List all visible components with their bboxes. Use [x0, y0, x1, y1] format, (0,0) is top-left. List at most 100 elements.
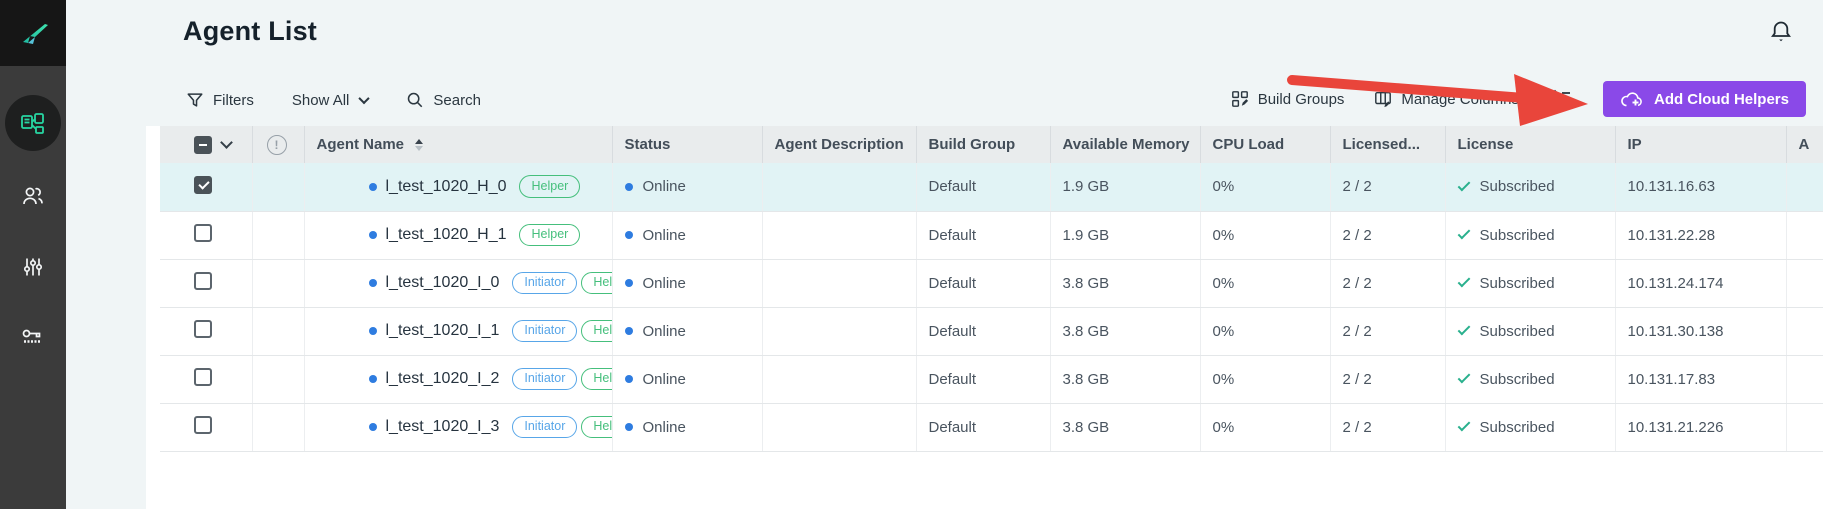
build-group-cell: Default [916, 163, 1050, 211]
sidebar-item-license[interactable] [21, 326, 45, 350]
cpu-cell: 0% [1200, 403, 1330, 451]
helper-badge: Helper [581, 368, 612, 391]
bell-icon[interactable] [1768, 19, 1794, 45]
licensed-cell: 2 / 2 [1330, 403, 1445, 451]
build-group-cell: Default [916, 259, 1050, 307]
license-check-icon [1457, 227, 1470, 240]
row-checkbox[interactable] [194, 224, 212, 242]
status-dot [625, 279, 633, 287]
show-all-dropdown[interactable]: Show All [292, 92, 369, 109]
row-checkbox[interactable] [194, 368, 212, 386]
table-row[interactable]: l_test_1020_I_0 InitiatorHelper Online D… [160, 259, 1823, 307]
badge-list: InitiatorHelper [508, 272, 612, 295]
manage-columns-icon [1374, 90, 1392, 108]
memory-cell: 3.8 GB [1050, 307, 1200, 355]
table-row[interactable]: l_test_1020_H_1 Helper Online Default 1.… [160, 211, 1823, 259]
cpu-cell: 0% [1200, 355, 1330, 403]
filters-button[interactable]: Filters [186, 91, 254, 109]
sort-icon[interactable] [415, 139, 423, 151]
table-row[interactable]: l_test_1020_H_0 Helper Online Default 1.… [160, 163, 1823, 211]
agent-name[interactable]: l_test_1020_I_2 [386, 370, 500, 388]
search-icon [406, 91, 424, 109]
chevron-down-icon [359, 93, 370, 104]
toolbar-right: Build Groups Manage Columns Add Cloud He… [1231, 81, 1806, 117]
sidebar-item-users[interactable] [21, 184, 45, 208]
info-cell [252, 259, 304, 307]
helper-badge: Helper [581, 320, 612, 343]
column-header-description: Agent Description [762, 126, 916, 163]
memory-cell: 3.8 GB [1050, 259, 1200, 307]
cutoff-cell [1786, 259, 1823, 307]
brand-logo-icon [15, 15, 51, 51]
column-header-build-group: Build Group [916, 126, 1050, 163]
license-check-icon [1457, 419, 1470, 432]
table-header-row: ! Agent Name Status Agent Description [160, 126, 1823, 163]
manage-columns-button[interactable]: Manage Columns [1374, 90, 1519, 108]
build-groups-label: Build Groups [1258, 91, 1345, 108]
agent-dot [369, 279, 377, 287]
app-logo[interactable] [0, 0, 66, 66]
select-all-checkbox[interactable] [194, 136, 212, 154]
agent-name[interactable]: l_test_1020_H_1 [386, 226, 507, 244]
column-header-status: Status [612, 126, 762, 163]
row-height-icon[interactable] [1549, 87, 1573, 111]
sidebar-item-agents[interactable] [5, 95, 61, 151]
cpu-cell: 0% [1200, 211, 1330, 259]
selection-menu-chevron-icon[interactable] [220, 136, 233, 149]
license-label: Subscribed [1480, 323, 1555, 340]
table-row[interactable]: l_test_1020_I_3 InitiatorHelper Online D… [160, 403, 1823, 451]
info-cell [252, 211, 304, 259]
agent-name[interactable]: l_test_1020_I_0 [386, 274, 500, 292]
badge-list: InitiatorHelper [508, 368, 612, 391]
agent-dot [369, 231, 377, 239]
initiator-badge: Initiator [512, 320, 577, 343]
build-group-cell: Default [916, 355, 1050, 403]
licensed-cell: 2 / 2 [1330, 307, 1445, 355]
table-row[interactable]: l_test_1020_I_2 InitiatorHelper Online D… [160, 355, 1823, 403]
search-label: Search [433, 92, 481, 109]
badge-list: InitiatorHelper [508, 416, 612, 439]
agent-name[interactable]: l_test_1020_I_1 [386, 322, 500, 340]
toolbar-left: Filters Show All Search [186, 84, 481, 116]
build-group-cell: Default [916, 403, 1050, 451]
column-header-agent-name[interactable]: Agent Name [304, 126, 612, 163]
info-icon: ! [267, 135, 287, 155]
app-window: Agent List Filters Show All Search [0, 0, 1823, 509]
info-cell [252, 403, 304, 451]
helper-badge: Helper [519, 175, 580, 198]
status-label: Online [643, 178, 686, 195]
manage-columns-label: Manage Columns [1401, 91, 1519, 108]
table-row[interactable]: l_test_1020_I_1 InitiatorHelper Online D… [160, 307, 1823, 355]
agent-name[interactable]: l_test_1020_H_0 [386, 178, 507, 196]
search-button[interactable]: Search [406, 91, 481, 109]
agent-table-body: l_test_1020_H_0 Helper Online Default 1.… [160, 163, 1823, 451]
filter-funnel-icon [186, 91, 204, 109]
status-label: Online [643, 323, 686, 340]
license-check-icon [1457, 275, 1470, 288]
ip-cell: 10.131.21.226 [1615, 403, 1786, 451]
ip-cell: 10.131.17.83 [1615, 355, 1786, 403]
description-cell [762, 163, 916, 211]
ip-cell: 10.131.24.174 [1615, 259, 1786, 307]
license-label: Subscribed [1480, 419, 1555, 436]
sidebar-item-settings[interactable] [21, 255, 45, 279]
helper-badge: Helper [581, 416, 612, 439]
cutoff-cell [1786, 163, 1823, 211]
agent-name[interactable]: l_test_1020_I_3 [386, 418, 500, 436]
cutoff-cell [1786, 211, 1823, 259]
cpu-cell: 0% [1200, 307, 1330, 355]
row-checkbox[interactable] [194, 320, 212, 338]
description-cell [762, 259, 916, 307]
row-checkbox[interactable] [194, 176, 212, 194]
agent-dot [369, 183, 377, 191]
cpu-cell: 0% [1200, 163, 1330, 211]
build-groups-button[interactable]: Build Groups [1231, 90, 1345, 108]
add-cloud-helpers-button[interactable]: Add Cloud Helpers [1603, 81, 1806, 117]
row-checkbox[interactable] [194, 416, 212, 434]
memory-cell: 1.9 GB [1050, 163, 1200, 211]
row-checkbox[interactable] [194, 272, 212, 290]
agent-dot [369, 327, 377, 335]
licensed-cell: 2 / 2 [1330, 211, 1445, 259]
column-header-memory: Available Memory [1050, 126, 1200, 163]
license-label: Subscribed [1480, 178, 1555, 195]
